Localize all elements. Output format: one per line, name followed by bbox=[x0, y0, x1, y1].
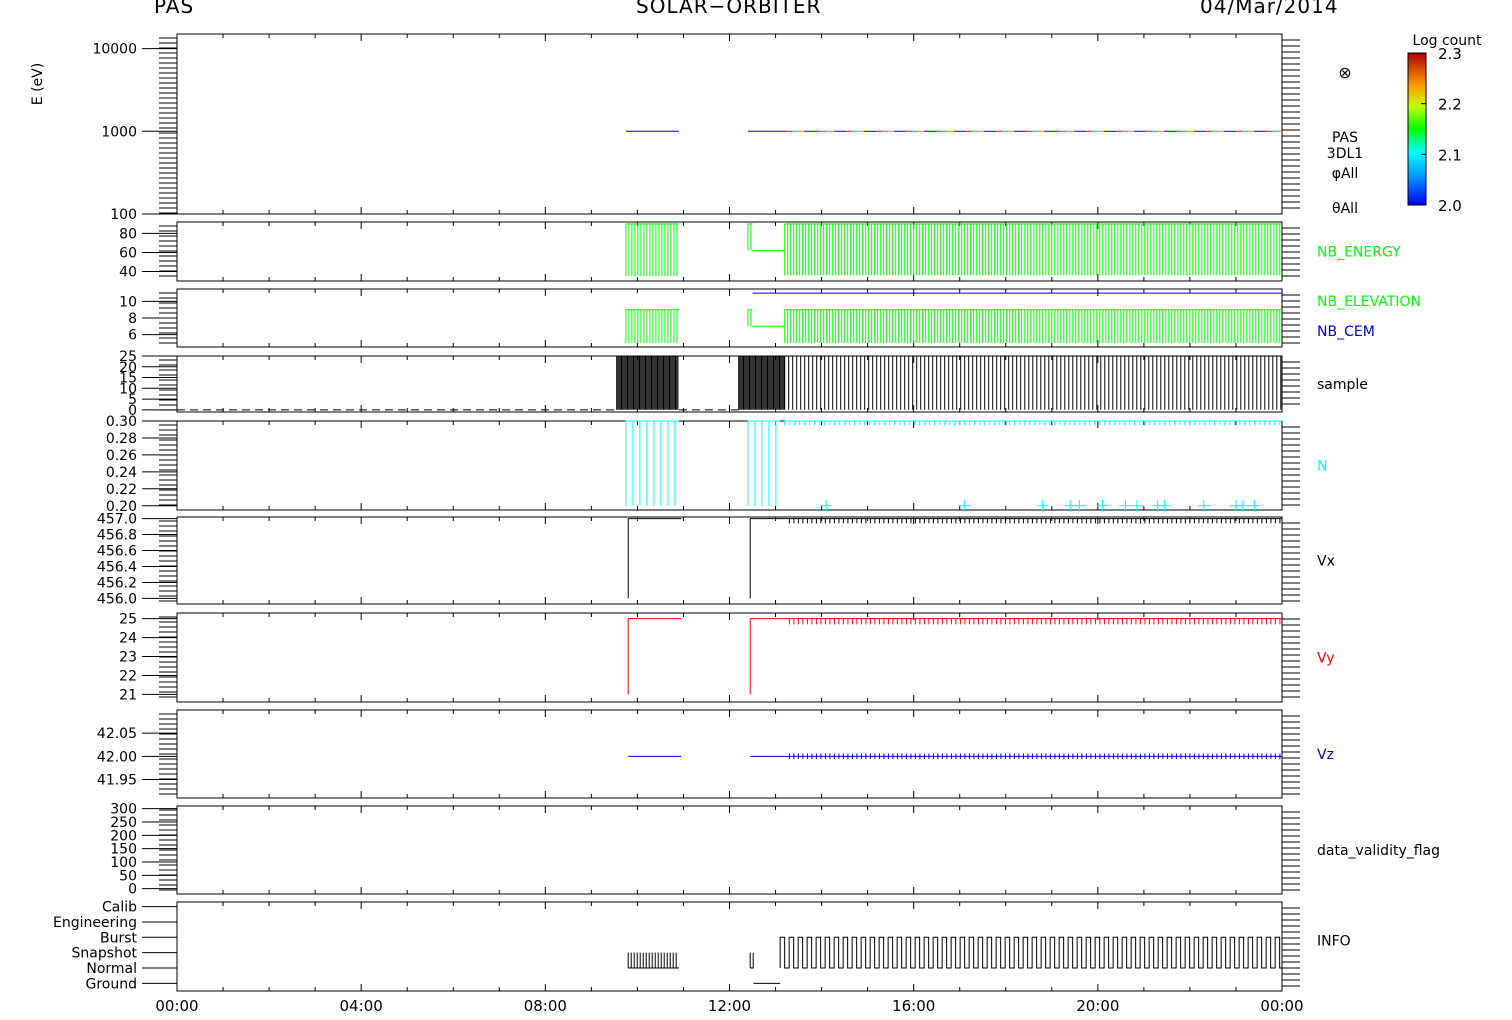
panel-frame bbox=[176, 709, 1283, 799]
panel-label: NB_ENERGY bbox=[1317, 245, 1401, 261]
y-tick-label: 457.0 bbox=[97, 512, 137, 528]
y-tick-label: 0.22 bbox=[106, 482, 137, 498]
y-category-label: Snapshot bbox=[72, 946, 138, 962]
panel-frame bbox=[176, 33, 1283, 215]
series-bars bbox=[747, 309, 752, 327]
y-tick-label: 40 bbox=[119, 264, 137, 280]
series-bars bbox=[625, 309, 678, 343]
panel-label: Vz bbox=[1317, 747, 1334, 763]
sample-bars bbox=[616, 356, 679, 410]
x-tick-label: 12:00 bbox=[708, 997, 751, 1015]
n-bars bbox=[625, 421, 676, 506]
series-sample bbox=[616, 356, 1282, 410]
y-category-label: Ground bbox=[86, 976, 138, 992]
y-category-label: Burst bbox=[100, 930, 138, 946]
y-tick-label: 23 bbox=[119, 650, 137, 666]
panel-frame bbox=[176, 288, 1283, 348]
colorbar-tick-label: 2.1 bbox=[1438, 146, 1462, 164]
panel-frame bbox=[176, 221, 1283, 282]
panel-label: N bbox=[1317, 459, 1327, 475]
info-bars bbox=[749, 952, 754, 968]
series-nb_energy bbox=[625, 223, 1281, 277]
y-tick-label: 456.8 bbox=[97, 528, 137, 544]
x-tick-label: 16:00 bbox=[892, 997, 935, 1015]
panel-label: NB_ELEVATION bbox=[1317, 294, 1421, 310]
y-tick-label: 42.05 bbox=[97, 726, 137, 742]
panel-label: Vx bbox=[1317, 554, 1335, 570]
y-tick-label: 24 bbox=[119, 631, 137, 647]
y-tick-label: 10000 bbox=[92, 42, 137, 58]
n-bars bbox=[747, 421, 777, 506]
panel-frame bbox=[176, 901, 1283, 992]
colorbar-tick-label: 2.3 bbox=[1438, 45, 1462, 63]
y-tick-label: 41.95 bbox=[97, 772, 137, 788]
chart-canvas: 00:00 04:00 08:00 12:00 16:00 20:00 00:0010000… bbox=[30, 33, 1482, 1015]
y-tick-label: 0 bbox=[128, 882, 137, 898]
colorbar-tick-label: 2.2 bbox=[1438, 96, 1462, 114]
y-axis-label: E (eV) bbox=[30, 63, 46, 105]
n-bars bbox=[784, 421, 1281, 426]
x-tick-label: 00:00 bbox=[1260, 997, 1303, 1015]
y-category-label: Normal bbox=[86, 961, 137, 977]
panel-frame bbox=[176, 420, 1283, 511]
y-tick-label: 21 bbox=[119, 687, 137, 703]
info-wave bbox=[779, 936, 1285, 969]
y-tick-label: 456.4 bbox=[97, 559, 137, 575]
series-info bbox=[627, 936, 1285, 969]
info-bars bbox=[627, 952, 677, 968]
y-tick-label: 456.6 bbox=[97, 544, 137, 560]
y-tick-label: 456.2 bbox=[97, 575, 137, 591]
panel-frame bbox=[176, 805, 1283, 895]
series-vy bbox=[627, 618, 1281, 695]
x-tick-label: 08:00 bbox=[524, 997, 567, 1015]
y-tick-label: 6 bbox=[128, 328, 137, 344]
series-bars bbox=[784, 309, 1281, 343]
panel-label: INFO bbox=[1317, 934, 1351, 950]
dense-bars bbox=[788, 618, 1281, 625]
series-bars bbox=[747, 223, 752, 251]
sample-bars bbox=[738, 356, 785, 410]
sample-bars bbox=[784, 356, 1282, 410]
y-tick-label: 80 bbox=[119, 226, 137, 242]
y-tick-label: 42.00 bbox=[97, 749, 137, 765]
panel-label: Vy bbox=[1317, 651, 1335, 667]
x-tick-label: 04:00 bbox=[340, 997, 383, 1015]
y-tick-label: 0.24 bbox=[106, 465, 137, 481]
cross-circle-icon: ⊗ bbox=[1338, 63, 1351, 82]
series-bars bbox=[625, 223, 678, 277]
colorbar bbox=[1407, 52, 1427, 206]
panel-label: sample bbox=[1317, 377, 1368, 393]
y-tick-label: 22 bbox=[119, 668, 137, 684]
y-tick-label: 8 bbox=[128, 311, 137, 327]
panel-label: data_validity_flag bbox=[1317, 843, 1440, 859]
colorbar-tick-label: 2.0 bbox=[1438, 197, 1462, 215]
y-tick-label: 100 bbox=[110, 207, 137, 223]
panel-label: NB_CEM bbox=[1317, 324, 1375, 340]
panel-frame bbox=[176, 355, 1283, 413]
y-category-label: Calib bbox=[102, 900, 137, 916]
y-category-label: Engineering bbox=[53, 915, 137, 931]
y-tick-label: 1000 bbox=[101, 124, 137, 140]
spectrogram-label: φAll bbox=[1332, 166, 1359, 182]
series-n bbox=[625, 421, 1281, 506]
spectrogram-label: θAll bbox=[1332, 201, 1358, 217]
series-bars bbox=[784, 223, 1281, 276]
y-tick-label: 0.30 bbox=[106, 414, 137, 430]
spectrogram-label: PAS bbox=[1332, 130, 1358, 146]
x-tick-label: 20:00 bbox=[1076, 997, 1119, 1015]
dense-bars bbox=[788, 518, 1281, 524]
panel-frame bbox=[176, 612, 1283, 703]
y-tick-label: 60 bbox=[119, 245, 137, 261]
y-tick-label: 0.26 bbox=[106, 448, 137, 464]
series-nb_elevation bbox=[625, 309, 1281, 343]
y-tick-label: 456.0 bbox=[97, 591, 137, 607]
panel-frame bbox=[176, 516, 1283, 605]
y-tick-label: 10 bbox=[119, 294, 137, 310]
x-tick-label: 00:00 bbox=[155, 997, 198, 1015]
y-tick-label: 0.28 bbox=[106, 431, 137, 447]
series-vx bbox=[627, 518, 1281, 599]
y-tick-label: 25 bbox=[119, 612, 137, 628]
spectrogram-label: 3DL1 bbox=[1327, 146, 1363, 162]
